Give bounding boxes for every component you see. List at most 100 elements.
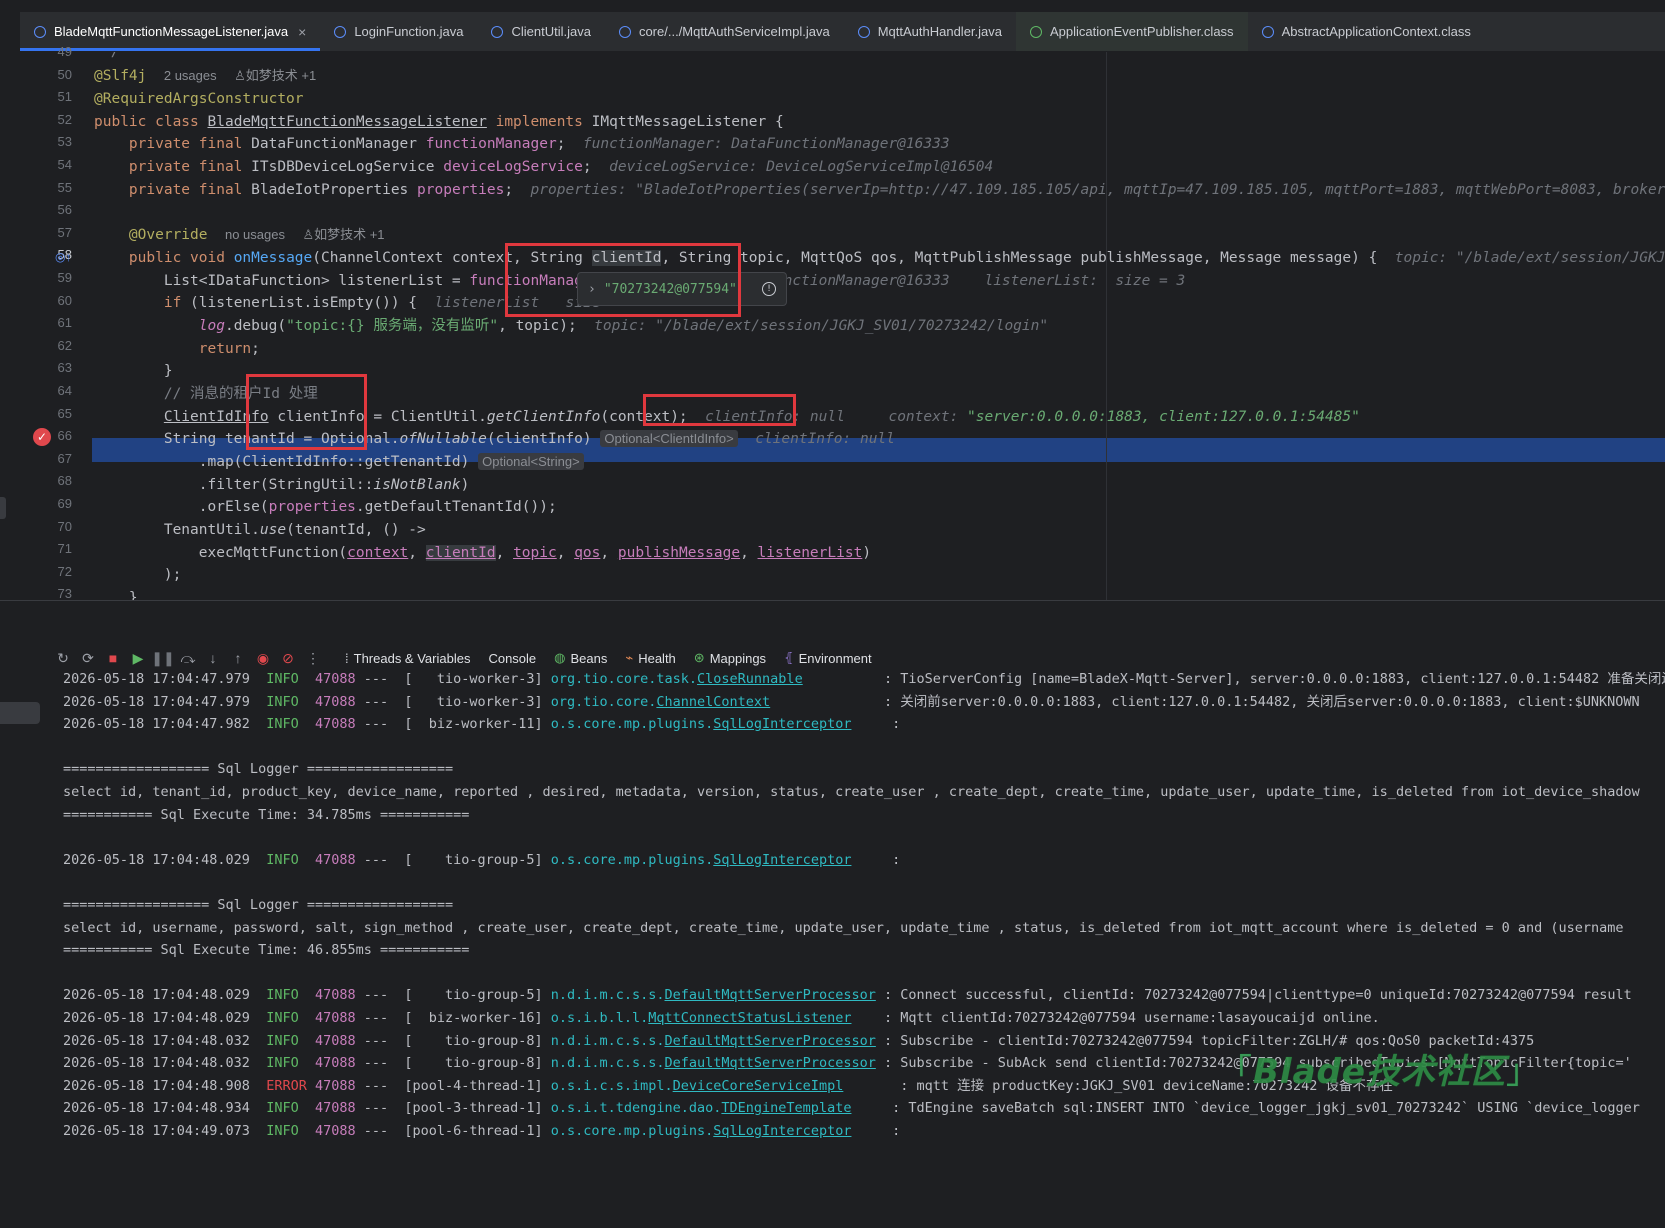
- log-logger[interactable]: o.s.core.mp.plugins.SqlLogInterceptor: [551, 852, 852, 868]
- log-logger[interactable]: o.s.i.c.s.impl.DeviceCoreServiceImpl: [551, 1078, 844, 1094]
- panel-divider[interactable]: [0, 600, 1665, 640]
- log-logger[interactable]: o.s.i.b.l.l.MqttConnectStatusListener: [551, 1010, 852, 1026]
- tab-3[interactable]: core/.../MqttAuthServiceImpl.java: [605, 12, 844, 51]
- line-number[interactable]: 49: [20, 40, 72, 64]
- step-out-icon[interactable]: ↑: [227, 648, 249, 668]
- log-level: INFO: [266, 987, 299, 1004]
- type-hint-optional-string: Optional<String>: [478, 453, 584, 470]
- code-line-64: // 消息的租户Id 处理: [94, 382, 318, 406]
- step-into-icon[interactable]: ↓: [202, 648, 224, 668]
- line-number[interactable]: 62: [20, 334, 72, 358]
- logger-class: DefaultMqttServerProcessor: [664, 987, 876, 1004]
- mute-breakpoints-icon[interactable]: ⊘: [277, 648, 299, 668]
- line-number[interactable]: 65: [20, 402, 72, 426]
- log-logger[interactable]: o.s.i.t.tdengine.dao.TDEngineTemplate: [551, 1100, 852, 1116]
- code-line-49: */: [102, 52, 120, 60]
- log-logger[interactable]: org.tio.core.task.CloseRunnable: [551, 672, 803, 687]
- code-line-63: }: [94, 363, 173, 379]
- console-output[interactable]: 2026-05-18 17:04:47.979 INFO 47088 --- […: [52, 672, 1665, 1228]
- tool-window-marker[interactable]: [0, 497, 6, 519]
- stop-icon[interactable]: ■: [102, 648, 124, 668]
- line-number[interactable]: 51: [20, 85, 72, 109]
- log-pid: 47088: [314, 693, 356, 710]
- close-icon[interactable]: ×: [298, 24, 306, 40]
- code-editor[interactable]: */ @Slf4j 2 usages ♙如梦技术 +1 @RequiredArg…: [92, 52, 1665, 640]
- logger-package: o.s.core.mp.plugins.: [550, 716, 714, 733]
- log-logger[interactable]: n.d.i.m.c.s.s.DefaultMqttServerProcessor: [551, 1055, 876, 1071]
- usages-hint[interactable]: no usages: [225, 227, 285, 242]
- mappings-icon: ⊛: [693, 650, 705, 665]
- log-thread: --- [pool-6-thread-1]: [363, 1123, 543, 1139]
- author-hint[interactable]: ♙如梦技术 +1: [234, 68, 316, 83]
- line-number[interactable]: 69: [20, 492, 72, 516]
- view-breakpoints-icon[interactable]: ◉: [252, 648, 274, 668]
- log-logger[interactable]: n.d.i.m.c.s.s.DefaultMqttServerProcessor: [551, 1033, 876, 1049]
- line-number[interactable]: 50: [20, 63, 72, 87]
- console-line: ================== Sql Logger ==========…: [63, 894, 453, 916]
- debug-tab-console[interactable]: Console: [488, 650, 536, 666]
- log-thread: --- [ tio-worker-3]: [363, 672, 543, 687]
- line-number[interactable]: 72: [20, 560, 72, 584]
- debug-tabs: ⁞ Threads & Variables Console ◍ Beans ⌁ Health…: [327, 650, 872, 666]
- rerun-icon[interactable]: ↻: [52, 648, 74, 668]
- line-number[interactable]: 68: [20, 469, 72, 493]
- debug-hint-clientInfo-66: clientInfo: null: [755, 431, 895, 447]
- tab-1[interactable]: LoginFunction.java: [320, 12, 477, 51]
- line-number[interactable]: 70: [20, 515, 72, 539]
- console-text: ================== Sql Logger ==========…: [63, 761, 454, 778]
- log-thread: --- [pool-4-thread-1]: [363, 1077, 543, 1094]
- debug-tab-threads-variables[interactable]: ⁞ Threads & Variables: [345, 650, 470, 666]
- line-number[interactable]: 61: [20, 311, 72, 335]
- author-hint[interactable]: ♙如梦技术 +1: [302, 227, 384, 242]
- console-line: =========== Sql Execute Time: 34.785ms =…: [63, 804, 469, 826]
- line-number[interactable]: 59: [20, 266, 72, 290]
- debug-tab-health[interactable]: ⌁ Health: [625, 650, 675, 666]
- log-level: INFO: [266, 851, 299, 868]
- line-number[interactable]: 60: [20, 289, 72, 313]
- debug-value-tooltip[interactable]: › "70273242@077594" !: [577, 272, 787, 306]
- tab-2[interactable]: ClientUtil.java: [477, 12, 604, 51]
- log-pid: 47088: [314, 1010, 356, 1026]
- log-logger[interactable]: org.tio.core.ChannelContext: [551, 694, 770, 710]
- session-selector[interactable]: [0, 702, 40, 724]
- breakpoint-icon[interactable]: [33, 428, 51, 446]
- debug-tab-beans[interactable]: ◍ Beans: [554, 650, 607, 666]
- log-timestamp: 2026-05-18 17:04:48.032: [63, 1032, 250, 1049]
- usages-hint[interactable]: 2 usages: [164, 68, 217, 83]
- pause-icon[interactable]: ❚❚: [151, 648, 174, 668]
- logger-package: o.s.i.b.l.l.: [550, 1010, 649, 1026]
- info-icon[interactable]: !: [762, 282, 776, 296]
- line-number[interactable]: 64: [20, 379, 72, 403]
- console-line: 2026-05-18 17:04:47.982 INFO 47088 --- […: [63, 713, 900, 735]
- debug-tab-mappings[interactable]: ⊛ Mappings: [694, 650, 766, 666]
- log-logger[interactable]: o.s.core.mp.plugins.SqlLogInterceptor: [551, 1123, 852, 1139]
- rerun-debug-icon[interactable]: ⟳: [77, 648, 99, 668]
- tab-label: LoginFunction.java: [354, 24, 464, 39]
- tab-5[interactable]: ApplicationEventPublisher.class: [1016, 12, 1248, 51]
- expand-chevron-icon[interactable]: ›: [588, 282, 596, 297]
- debug-tab-environment[interactable]: ⦃ Environment: [784, 650, 872, 666]
- log-logger[interactable]: n.d.i.m.c.s.s.DefaultMqttServerProcessor: [551, 987, 876, 1003]
- line-number[interactable]: 56: [20, 198, 72, 222]
- console-line: select id, username, password, salt, sig…: [63, 917, 1624, 939]
- more-options-icon[interactable]: ⋮: [302, 648, 324, 668]
- line-number[interactable]: 63: [20, 356, 72, 380]
- code-line-71: execMqttFunction(context, clientId, topi…: [94, 545, 872, 561]
- log-logger[interactable]: o.s.core.mp.plugins.SqlLogInterceptor: [551, 716, 852, 732]
- console-text: ================== Sql Logger ==========…: [63, 897, 454, 913]
- class-icon: [491, 25, 504, 38]
- resume-icon[interactable]: ▶: [127, 648, 149, 668]
- line-number[interactable]: 71: [20, 537, 72, 561]
- line-number[interactable]: 52: [20, 108, 72, 132]
- line-number[interactable]: 57: [20, 221, 72, 245]
- tab-6[interactable]: AbstractApplicationContext.class: [1248, 12, 1485, 51]
- logger-package: n.d.i.m.c.s.s.: [550, 1055, 665, 1072]
- override-marker-icon[interactable]: ◎↑: [55, 250, 71, 264]
- line-number[interactable]: 54: [20, 153, 72, 177]
- line-number[interactable]: 67: [20, 447, 72, 471]
- tab-4[interactable]: MqttAuthHandler.java: [844, 12, 1016, 51]
- logger-package: o.s.i.t.tdengine.dao.: [550, 1100, 722, 1117]
- line-number[interactable]: 53: [20, 130, 72, 154]
- line-number[interactable]: 55: [20, 176, 72, 200]
- step-over-icon[interactable]: ⤼: [177, 648, 199, 668]
